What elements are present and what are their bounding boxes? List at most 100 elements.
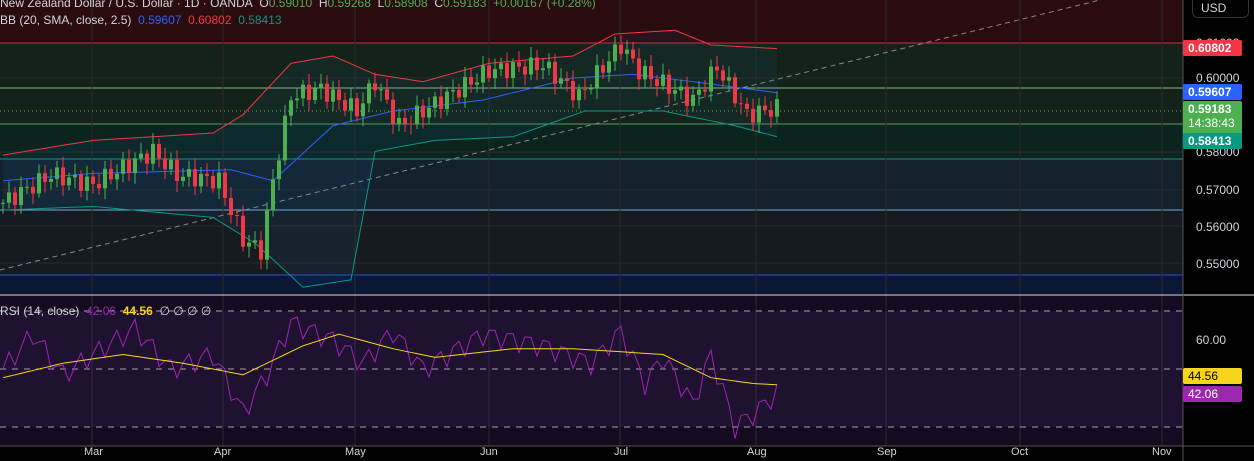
candle-body <box>709 66 713 92</box>
candle-body <box>439 96 443 110</box>
candle-body <box>499 63 503 70</box>
bb-basis-value: 0.59607 <box>138 13 182 27</box>
candle-body <box>457 90 461 98</box>
candle-body <box>61 167 65 186</box>
candle-body <box>421 105 425 118</box>
background-band <box>0 275 1183 294</box>
candle-body <box>205 173 209 177</box>
bb-legend[interactable]: BB (20, SMA, close, 2.5) 0.59607 0.60802… <box>0 13 282 27</box>
candle-body <box>745 103 749 109</box>
time-label: May <box>345 446 366 458</box>
candle-body <box>187 169 191 177</box>
candle-body <box>331 89 335 102</box>
candle-body <box>739 103 743 105</box>
candle-body <box>223 172 227 198</box>
rsi-extra: ∅ <box>159 304 170 318</box>
rsi-ma-value: 44.56 <box>122 304 153 318</box>
candle-body <box>391 99 395 124</box>
candle-body <box>91 176 95 184</box>
candle-body <box>85 176 89 191</box>
bb-upper-tag: 0.60802 <box>1183 40 1242 56</box>
candle-body <box>541 68 545 71</box>
candle-body <box>463 76 467 98</box>
candle-body <box>427 107 431 118</box>
candle-body <box>301 84 305 99</box>
candle-body <box>493 69 497 79</box>
candle-body <box>265 209 269 260</box>
time-label: Mar <box>84 446 103 458</box>
candle-body <box>157 143 161 159</box>
candle-body <box>673 90 677 94</box>
bb-lower-value: 0.58413 <box>238 13 282 27</box>
rsi-ma-tag: 44.56 <box>1183 368 1242 384</box>
candle-body <box>337 89 341 100</box>
candle-body <box>313 88 317 100</box>
candle-body <box>715 66 719 71</box>
candle-body <box>115 173 119 180</box>
candle-body <box>649 65 653 80</box>
candle-body <box>691 94 695 106</box>
candle-body <box>145 153 149 164</box>
candle-body <box>643 65 647 80</box>
price-tick: 0.60000 <box>1196 71 1240 85</box>
c-label: C <box>434 0 443 10</box>
high-value: 0.59268 <box>327 0 371 10</box>
candle-body <box>385 89 389 100</box>
candle-body <box>481 65 485 83</box>
price-tick: 0.55000 <box>1196 257 1240 271</box>
candle-body <box>247 242 251 247</box>
candle-body <box>727 77 731 81</box>
candle-body <box>547 61 551 69</box>
candle-body <box>559 78 563 84</box>
candle-body <box>109 168 113 180</box>
candle-body <box>613 44 617 62</box>
candle-body <box>697 89 701 95</box>
candle-body <box>553 61 557 84</box>
candle-body <box>511 62 515 78</box>
candle-body <box>505 63 509 78</box>
candle-body <box>295 98 299 101</box>
candle-body <box>355 98 359 117</box>
bb-lower-tag: 0.58413 <box>1183 133 1242 149</box>
candle-body <box>565 78 569 82</box>
candle-body <box>475 82 479 85</box>
rsi-extra: ∅ <box>173 304 184 318</box>
time-label: Jul <box>614 446 629 458</box>
candle-body <box>325 83 329 102</box>
rsi-extra: ∅ <box>200 304 212 318</box>
candle-body <box>67 177 71 186</box>
candle-body <box>535 57 539 71</box>
candle-body <box>433 96 437 108</box>
candle-body <box>625 49 629 54</box>
candle-body <box>235 215 239 217</box>
time-label: Apr <box>214 446 232 458</box>
candle-body <box>37 173 41 194</box>
currency-button[interactable]: USD <box>1192 0 1249 18</box>
candle-body <box>43 173 47 182</box>
candle-body <box>577 89 581 101</box>
candle-body <box>49 178 53 182</box>
candle-body <box>571 81 575 101</box>
candle-body <box>661 74 665 86</box>
candle-body <box>31 186 35 194</box>
candle-body <box>589 88 593 90</box>
candle-body <box>655 79 659 86</box>
candle-body <box>397 117 401 124</box>
candle-body <box>703 89 707 92</box>
candle-body <box>169 159 173 170</box>
candle-body <box>259 240 263 260</box>
candle-body <box>13 192 17 205</box>
rsi-legend[interactable]: RSI (14, close) 42.06 44.56 ∅ ∅ ∅ ∅ <box>0 304 211 318</box>
candle-body <box>133 158 137 174</box>
candle-body <box>631 49 635 59</box>
candle-body <box>79 174 83 191</box>
bb-upper-value: 0.60802 <box>188 13 232 27</box>
candle-body <box>775 99 779 117</box>
rsi-extra: ∅ <box>187 304 198 318</box>
price-chart[interactable] <box>0 0 1254 461</box>
candle-body <box>271 179 275 210</box>
candle-body <box>25 186 29 188</box>
last-price: 0.59183 <box>1188 102 1232 116</box>
candle-body <box>121 159 125 174</box>
symbol-title: New Zealand Dollar / U.S. Dollar · 1D · … <box>0 0 253 10</box>
